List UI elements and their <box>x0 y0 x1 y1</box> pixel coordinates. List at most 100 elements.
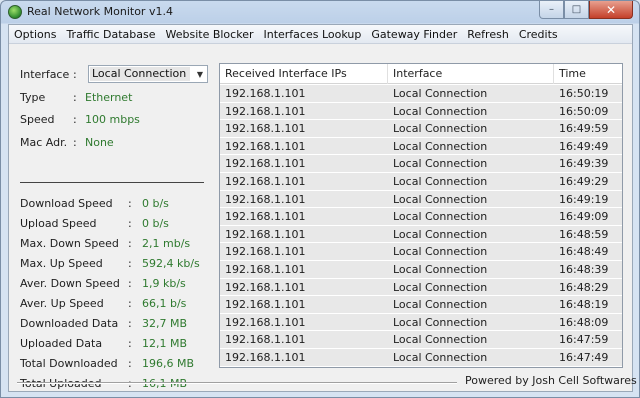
menu-traffic-database[interactable]: Traffic Database <box>61 25 160 43</box>
table-row[interactable]: 192.168.1.101 Local Connection 16:48:19 <box>220 296 622 314</box>
title-bar[interactable]: Real Network Monitor v1.4 – □ ✕ <box>1 1 639 23</box>
maximize-button[interactable]: □ <box>564 1 589 19</box>
cell-ip: 192.168.1.101 <box>225 104 306 118</box>
minimize-button[interactable]: – <box>539 1 564 19</box>
cell-time: 16:47:59 <box>559 333 609 347</box>
cell-time: 16:47:49 <box>559 351 609 364</box>
menu-gateway-finder[interactable]: Gateway Finder <box>366 25 462 43</box>
colon: : <box>73 136 77 149</box>
column-header-ips[interactable]: Received Interface IPs <box>220 64 388 84</box>
cell-ip: 192.168.1.101 <box>225 122 306 136</box>
colon: : <box>128 237 132 250</box>
cell-time: 16:50:09 <box>559 104 609 118</box>
cell-interface: Local Connection <box>393 175 488 188</box>
table-row[interactable]: 192.168.1.101 Local Connection 16:50:09 <box>220 102 622 121</box>
stat-value: 196,6 MB <box>142 357 195 370</box>
column-header-time[interactable]: Time <box>554 64 622 84</box>
cell-time: 16:49:39 <box>559 157 609 171</box>
cell-ip: 192.168.1.101 <box>225 263 306 276</box>
cell-time: 16:48:39 <box>559 263 609 276</box>
table-row[interactable]: 192.168.1.101 Local Connection 16:49:59 <box>220 120 622 138</box>
cell-time: 16:48:29 <box>559 280 609 294</box>
cell-ip: 192.168.1.101 <box>225 227 306 241</box>
menu-refresh[interactable]: Refresh <box>462 25 514 43</box>
app-window: Real Network Monitor v1.4 – □ ✕ Options … <box>0 0 640 398</box>
colon: : <box>128 377 132 390</box>
table-row[interactable]: 192.168.1.101 Local Connection 16:47:59 <box>220 331 622 349</box>
cell-time: 16:49:29 <box>559 175 609 188</box>
colon: : <box>128 357 132 370</box>
table-row[interactable]: 192.168.1.101 Local Connection 16:49:49 <box>220 137 622 156</box>
table-row[interactable]: 192.168.1.101 Local Connection 16:49:19 <box>220 190 622 209</box>
cell-time: 16:48:09 <box>559 315 609 329</box>
stat-label: Max. Up Speed <box>20 257 103 270</box>
cell-time: 16:48:59 <box>559 227 609 241</box>
menu-credits[interactable]: Credits <box>514 25 563 43</box>
cell-interface: Local Connection <box>393 245 488 259</box>
stat-label: Total Uploaded <box>20 377 102 390</box>
footer-divider <box>17 382 457 384</box>
menu-interfaces-lookup[interactable]: Interfaces Lookup <box>258 25 366 43</box>
table-row[interactable]: 192.168.1.101 Local Connection 16:47:49 <box>220 349 622 367</box>
globe-icon <box>8 5 22 19</box>
cell-ip: 192.168.1.101 <box>225 333 306 347</box>
table-row[interactable]: 192.168.1.101 Local Connection 16:48:09 <box>220 313 622 332</box>
cell-interface: Local Connection <box>393 104 488 118</box>
cell-ip: 192.168.1.101 <box>225 245 306 259</box>
type-value: Ethernet <box>85 91 133 104</box>
column-header-interface[interactable]: Interface <box>388 64 554 84</box>
stat-label: Download Speed <box>20 197 113 210</box>
speed-label: Speed <box>20 113 55 126</box>
cell-ip: 192.168.1.101 <box>225 298 306 312</box>
interface-select[interactable]: Local Connection ▼ <box>88 65 208 83</box>
cell-ip: 192.168.1.101 <box>225 280 306 294</box>
close-button[interactable]: ✕ <box>589 1 633 19</box>
chevron-down-icon[interactable]: ▼ <box>197 67 203 83</box>
colon: : <box>73 91 77 104</box>
cell-interface: Local Connection <box>393 280 488 294</box>
menu-website-blocker[interactable]: Website Blocker <box>160 25 258 43</box>
cell-interface: Local Connection <box>393 333 488 347</box>
cell-interface: Local Connection <box>393 210 488 224</box>
table-row[interactable]: 192.168.1.101 Local Connection 16:48:49 <box>220 243 622 261</box>
cell-interface: Local Connection <box>393 351 488 364</box>
stat-value: 1,9 kb/s <box>142 277 186 290</box>
colon: : <box>128 277 132 290</box>
client-area: Options Traffic Database Website Blocker… <box>8 24 637 392</box>
cell-time: 16:49:09 <box>559 210 609 224</box>
menu-options[interactable]: Options <box>9 25 61 43</box>
cell-time: 16:49:59 <box>559 122 609 136</box>
cell-ip: 192.168.1.101 <box>225 192 306 206</box>
cell-ip: 192.168.1.101 <box>225 351 306 364</box>
cell-time: 16:48:49 <box>559 245 609 259</box>
colon: : <box>128 317 132 330</box>
mac-value: None <box>85 136 114 149</box>
cell-ip: 192.168.1.101 <box>225 157 306 171</box>
stat-label: Downloaded Data <box>20 317 119 330</box>
table-row[interactable]: 192.168.1.101 Local Connection 16:48:39 <box>220 261 622 279</box>
table-row[interactable]: 192.168.1.101 Local Connection 16:49:39 <box>220 155 622 173</box>
cell-interface: Local Connection <box>393 298 488 312</box>
table-header: Received Interface IPs Interface Time <box>220 64 622 84</box>
cell-ip: 192.168.1.101 <box>225 175 306 188</box>
cell-ip: 192.168.1.101 <box>225 139 306 153</box>
stat-label: Uploaded Data <box>20 337 103 350</box>
colon: : <box>128 297 132 310</box>
cell-interface: Local Connection <box>393 122 488 136</box>
stat-value: 0 b/s <box>142 217 169 230</box>
table-row[interactable]: 192.168.1.101 Local Connection 16:50:19 <box>220 85 622 103</box>
table-row[interactable]: 192.168.1.101 Local Connection 16:48:29 <box>220 278 622 297</box>
table-row[interactable]: 192.168.1.101 Local Connection 16:49:09 <box>220 208 622 226</box>
colon: : <box>128 257 132 270</box>
interface-select-value: Local Connection <box>90 67 190 81</box>
received-ips-table[interactable]: Received Interface IPs Interface Time 19… <box>219 63 623 368</box>
table-row[interactable]: 192.168.1.101 Local Connection 16:48:59 <box>220 225 622 244</box>
table-row[interactable]: 192.168.1.101 Local Connection 16:49:29 <box>220 173 622 191</box>
interface-label: Interface <box>20 68 70 81</box>
stat-label: Total Downloaded <box>20 357 118 370</box>
stat-value: 0 b/s <box>142 197 169 210</box>
menu-bar: Options Traffic Database Website Blocker… <box>9 25 632 44</box>
cell-ip: 192.168.1.101 <box>225 210 306 224</box>
window-controls: – □ ✕ <box>539 1 633 19</box>
cell-time: 16:49:49 <box>559 139 609 153</box>
